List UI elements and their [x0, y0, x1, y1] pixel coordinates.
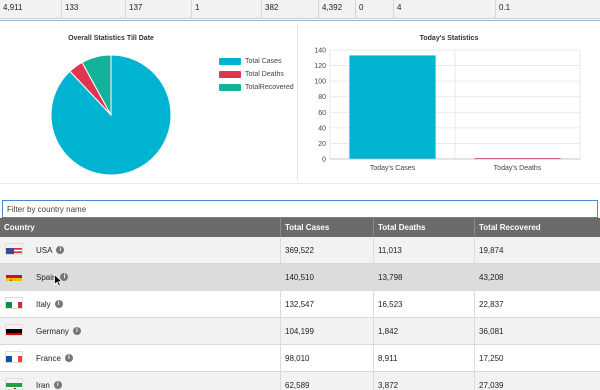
- country-name[interactable]: Spain i: [36, 264, 69, 291]
- country-name[interactable]: USA i: [36, 237, 65, 264]
- total-cases-cell: 369,522: [281, 237, 374, 264]
- y-tick-label: 0: [322, 157, 326, 164]
- total-recovered-cell: 19,874: [479, 246, 504, 255]
- strip-cell: 0.1: [499, 3, 511, 12]
- table-row[interactable]: Germany i 104,199 1,842 36,081: [0, 318, 600, 345]
- x-tick-label: Today's Deaths: [494, 165, 542, 172]
- strip-cell: 4,911: [0, 0, 62, 19]
- charts-section: Overall Statistics Till Date Total Cases…: [0, 20, 600, 182]
- total-deaths-cell: 16,523: [374, 291, 475, 318]
- strip-cell: 137: [126, 0, 192, 19]
- info-icon[interactable]: i: [64, 353, 73, 362]
- previous-table-row: 4,911 133 137 1 382 4,392 0 4 0.1: [0, 0, 600, 19]
- total-recovered-cell: 43,208: [479, 273, 504, 282]
- strip-cell: 4,392: [319, 0, 356, 19]
- country-name[interactable]: Iran i: [36, 372, 62, 390]
- legend-swatch: [219, 71, 241, 78]
- total-recovered-cell: 22,837: [479, 300, 504, 309]
- total-deaths-cell: 11,013: [374, 237, 475, 264]
- strip-cell: 0: [356, 0, 394, 19]
- strip-cell: 382: [262, 0, 319, 19]
- column-header-total-recovered[interactable]: Total Recovered: [475, 218, 600, 237]
- bar-chart: 0 20 40 60 80 100 120 140 Today's Cases Today's D…: [314, 48, 581, 172]
- info-icon[interactable]: i: [54, 299, 63, 308]
- legend-item-total-deaths[interactable]: Total Deaths: [219, 68, 294, 81]
- table-row[interactable]: Iran i 62,589 3,872 27,039: [0, 372, 600, 390]
- legend-item-total-cases[interactable]: Total Cases: [219, 55, 294, 68]
- legend-label: Total Cases: [245, 58, 282, 65]
- country-filter-input[interactable]: [2, 200, 598, 218]
- total-cases-cell: 132,547: [281, 291, 374, 318]
- y-tick-label: 60: [318, 110, 326, 117]
- info-icon[interactable]: i: [56, 245, 65, 254]
- y-tick-label: 20: [318, 141, 326, 148]
- country-name[interactable]: Italy i: [36, 291, 63, 318]
- spain-flag-icon: [5, 270, 23, 282]
- france-flag-icon: [5, 351, 23, 363]
- total-recovered-cell: 17,250: [479, 354, 504, 363]
- country-name[interactable]: Germany i: [36, 318, 81, 345]
- italy-flag-icon: [5, 297, 23, 309]
- country-cell: Iran i: [0, 372, 281, 390]
- total-cases-cell: 98,010: [281, 345, 374, 372]
- mouse-cursor-icon: [54, 274, 63, 287]
- total-cases-cell: 104,199: [281, 318, 374, 345]
- country-name[interactable]: France i: [36, 345, 73, 372]
- info-icon[interactable]: i: [72, 326, 81, 335]
- y-tick-label: 40: [318, 125, 326, 132]
- table-row[interactable]: France i 98,010 8,911 17,250: [0, 345, 600, 372]
- total-cases-cell: 62,589: [281, 372, 374, 390]
- total-cases-cell: 140,510: [281, 264, 374, 291]
- pie-legend: Total Cases Total Deaths TotalRecovered: [219, 55, 294, 94]
- pie-chart-title: Overall Statistics Till Date: [68, 35, 154, 42]
- strip-cell: 4: [394, 0, 496, 19]
- strip-cell: 1: [192, 0, 262, 19]
- bar-today-s-cases[interactable]: [349, 55, 436, 160]
- legend-item-total-recovered[interactable]: TotalRecovered: [219, 81, 294, 94]
- column-header-total-deaths[interactable]: Total Deaths: [374, 218, 475, 237]
- y-tick-label: 80: [318, 94, 326, 101]
- app-root: 4,911 133 137 1 382 4,392 0 4 0.1 Overal…: [0, 0, 600, 390]
- total-deaths-cell: 3,872: [374, 372, 475, 390]
- table-header: Country Total Cases Total Deaths Total R…: [0, 218, 600, 237]
- legend-swatch: [219, 58, 241, 65]
- total-deaths-cell: 8,911: [374, 345, 475, 372]
- country-cell: Italy i: [0, 291, 281, 318]
- strip-cell: 133: [62, 0, 126, 19]
- germany-flag-icon: [5, 324, 23, 336]
- pie-chart: [50, 54, 172, 176]
- total-recovered-cell: 36,081: [479, 327, 504, 336]
- table-row[interactable]: USA i 369,522 11,013 19,874: [0, 237, 600, 264]
- country-cell: France i: [0, 345, 281, 372]
- x-tick-label: Today's Cases: [370, 165, 416, 172]
- legend-swatch: [219, 84, 241, 91]
- y-tick-label: 120: [314, 63, 326, 70]
- column-header-total-cases[interactable]: Total Cases: [281, 218, 374, 237]
- column-header-country[interactable]: Country: [0, 218, 281, 237]
- country-cell: Germany i: [0, 318, 281, 345]
- spacer: [0, 183, 600, 200]
- total-deaths-cell: 13,798: [374, 264, 475, 291]
- table-row[interactable]: Spain i 140,510 13,798 43,208: [0, 264, 600, 291]
- total-recovered-cell: 27,039: [479, 381, 504, 390]
- y-tick-label: 140: [314, 48, 326, 55]
- country-cell: Spain i: [0, 264, 281, 291]
- legend-label: Total Deaths: [245, 71, 284, 78]
- pie-chart-panel: Overall Statistics Till Date Total Cases…: [2, 23, 298, 181]
- bar-chart-panel: Today's Statistics 0 20 40 60 80 100 120 140 Tod…: [300, 23, 598, 181]
- country-cell: USA i: [0, 237, 281, 264]
- y-tick-label: 100: [314, 79, 326, 86]
- info-icon[interactable]: i: [53, 380, 62, 389]
- iran-flag-icon: [5, 378, 23, 390]
- us-flag-icon: [5, 243, 23, 255]
- legend-label: TotalRecovered: [245, 84, 294, 91]
- table-row[interactable]: Italy i 132,547 16,523 22,837: [0, 291, 600, 318]
- total-deaths-cell: 1,842: [374, 318, 475, 345]
